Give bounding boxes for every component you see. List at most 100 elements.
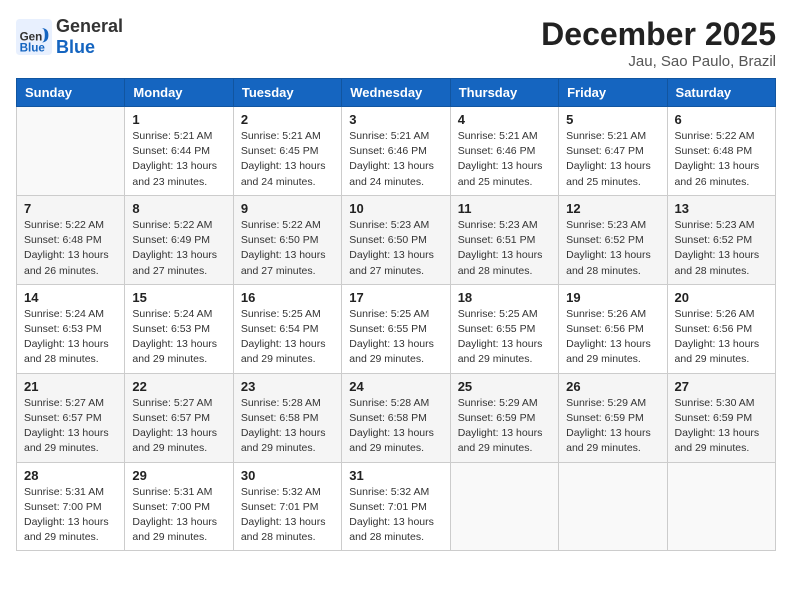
calendar-cell: 5 Sunrise: 5:21 AMSunset: 6:47 PMDaylight…: [559, 107, 667, 196]
calendar-cell: 13 Sunrise: 5:23 AMSunset: 6:52 PMDayligh…: [667, 195, 775, 284]
calendar-cell: [17, 107, 125, 196]
cell-info: Sunrise: 5:25 AMSunset: 6:54 PMDaylight:…: [241, 307, 334, 368]
day-number: 27: [675, 379, 768, 394]
cell-info: Sunrise: 5:24 AMSunset: 6:53 PMDaylight:…: [132, 307, 225, 368]
calendar-cell: 16 Sunrise: 5:25 AMSunset: 6:54 PMDayligh…: [233, 284, 341, 373]
calendar-cell: 14Sunrise: 5:24 AMSunset: 6:53 PMDayligh…: [17, 284, 125, 373]
calendar-cell: 23 Sunrise: 5:28 AMSunset: 6:58 PMDayligh…: [233, 373, 341, 462]
day-number: 6: [675, 112, 768, 127]
calendar-cell: 15 Sunrise: 5:24 AMSunset: 6:53 PMDayligh…: [125, 284, 233, 373]
calendar-cell: 24 Sunrise: 5:28 AMSunset: 6:58 PMDayligh…: [342, 373, 450, 462]
cell-info: Sunrise: 5:27 AMSunset: 6:57 PMDaylight:…: [24, 396, 117, 457]
weekday-header-saturday: Saturday: [667, 79, 775, 107]
calendar-cell: 21 Sunrise: 5:27 AMSunset: 6:57 PMDayligh…: [17, 373, 125, 462]
weekday-header-tuesday: Tuesday: [233, 79, 341, 107]
cell-info: Sunrise: 5:22 AMSunset: 6:49 PMDaylight:…: [132, 218, 225, 279]
day-number: 10: [349, 201, 442, 216]
cell-info: Sunrise: 5:23 AMSunset: 6:51 PMDaylight:…: [458, 218, 551, 279]
day-number: 24: [349, 379, 442, 394]
weekday-header-row: SundayMondayTuesdayWednesdayThursdayFrid…: [17, 79, 776, 107]
page-header: Gen Blue General Blue December 2025 Jau,…: [16, 16, 776, 70]
day-number: 15: [132, 290, 225, 305]
location: Jau, Sao Paulo, Brazil: [541, 53, 776, 70]
calendar-cell: [667, 462, 775, 551]
calendar-cell: 22 Sunrise: 5:27 AMSunset: 6:57 PMDayligh…: [125, 373, 233, 462]
cell-info: Sunrise: 5:23 AMSunset: 6:50 PMDaylight:…: [349, 218, 442, 279]
day-number: 9: [241, 201, 334, 216]
calendar-week-row: 1Sunrise: 5:21 AMSunset: 6:44 PMDaylight…: [17, 107, 776, 196]
day-number: 13: [675, 201, 768, 216]
day-number: 25: [458, 379, 551, 394]
logo-icon: Gen Blue: [16, 19, 52, 55]
day-number: 5: [566, 112, 659, 127]
calendar-week-row: 7 Sunrise: 5:22 AMSunset: 6:48 PMDaylight…: [17, 195, 776, 284]
month-title: December 2025: [541, 16, 776, 53]
calendar-cell: 31 Sunrise: 5:32 AMSunset: 7:01 PMDayligh…: [342, 462, 450, 551]
svg-text:Blue: Blue: [20, 41, 46, 54]
cell-info: Sunrise: 5:31 AMSunset: 7:00 PMDaylight:…: [132, 485, 225, 546]
cell-info: Sunrise: 5:22 AMSunset: 6:48 PMDaylight:…: [675, 129, 768, 190]
calendar-cell: 3 Sunrise: 5:21 AMSunset: 6:46 PMDaylight…: [342, 107, 450, 196]
cell-info: Sunrise: 5:28 AMSunset: 6:58 PMDaylight:…: [241, 396, 334, 457]
cell-info: Sunrise: 5:23 AMSunset: 6:52 PMDaylight:…: [675, 218, 768, 279]
weekday-header-thursday: Thursday: [450, 79, 558, 107]
cell-info: Sunrise: 5:28 AMSunset: 6:58 PMDaylight:…: [349, 396, 442, 457]
cell-info: Sunrise: 5:26 AMSunset: 6:56 PMDaylight:…: [675, 307, 768, 368]
cell-info: Sunrise: 5:21 AMSunset: 6:46 PMDaylight:…: [349, 129, 442, 190]
calendar-cell: 20Sunrise: 5:26 AMSunset: 6:56 PMDayligh…: [667, 284, 775, 373]
calendar-table: SundayMondayTuesdayWednesdayThursdayFrid…: [16, 78, 776, 551]
logo-blue-text: Blue: [56, 37, 95, 57]
calendar-week-row: 28 Sunrise: 5:31 AMSunset: 7:00 PMDayligh…: [17, 462, 776, 551]
calendar-cell: 27Sunrise: 5:30 AMSunset: 6:59 PMDayligh…: [667, 373, 775, 462]
calendar-cell: 28Sunrise: 5:31 AMSunset: 7:00 PMDayligh…: [17, 462, 125, 551]
cell-info: Sunrise: 5:32 AMSunset: 7:01 PMDaylight:…: [241, 485, 334, 546]
day-number: 14: [24, 290, 117, 305]
cell-info: Sunrise: 5:22 AMSunset: 6:50 PMDaylight:…: [241, 218, 334, 279]
calendar-cell: 6 Sunrise: 5:22 AMSunset: 6:48 PMDaylight…: [667, 107, 775, 196]
calendar-cell: 30Sunrise: 5:32 AMSunset: 7:01 PMDayligh…: [233, 462, 341, 551]
calendar-cell: 26 Sunrise: 5:29 AMSunset: 6:59 PMDayligh…: [559, 373, 667, 462]
day-number: 16: [241, 290, 334, 305]
calendar-cell: 1Sunrise: 5:21 AMSunset: 6:44 PMDaylight…: [125, 107, 233, 196]
day-number: 12: [566, 201, 659, 216]
cell-info: Sunrise: 5:21 AMSunset: 6:46 PMDaylight:…: [458, 129, 551, 190]
day-number: 18: [458, 290, 551, 305]
calendar-cell: 17Sunrise: 5:25 AMSunset: 6:55 PMDayligh…: [342, 284, 450, 373]
day-number: 26: [566, 379, 659, 394]
cell-info: Sunrise: 5:29 AMSunset: 6:59 PMDaylight:…: [458, 396, 551, 457]
title-block: December 2025 Jau, Sao Paulo, Brazil: [541, 16, 776, 70]
day-number: 1: [132, 112, 225, 127]
day-number: 11: [458, 201, 551, 216]
weekday-header-wednesday: Wednesday: [342, 79, 450, 107]
calendar-cell: [450, 462, 558, 551]
day-number: 31: [349, 468, 442, 483]
day-number: 2: [241, 112, 334, 127]
weekday-header-friday: Friday: [559, 79, 667, 107]
day-number: 19: [566, 290, 659, 305]
cell-info: Sunrise: 5:32 AMSunset: 7:01 PMDaylight:…: [349, 485, 442, 546]
cell-info: Sunrise: 5:27 AMSunset: 6:57 PMDaylight:…: [132, 396, 225, 457]
cell-info: Sunrise: 5:21 AMSunset: 6:45 PMDaylight:…: [241, 129, 334, 190]
calendar-cell: 19 Sunrise: 5:26 AMSunset: 6:56 PMDayligh…: [559, 284, 667, 373]
day-number: 29: [132, 468, 225, 483]
day-number: 21: [24, 379, 117, 394]
cell-info: Sunrise: 5:26 AMSunset: 6:56 PMDaylight:…: [566, 307, 659, 368]
day-number: 7: [24, 201, 117, 216]
day-number: 3: [349, 112, 442, 127]
day-number: 8: [132, 201, 225, 216]
cell-info: Sunrise: 5:29 AMSunset: 6:59 PMDaylight:…: [566, 396, 659, 457]
cell-info: Sunrise: 5:25 AMSunset: 6:55 PMDaylight:…: [458, 307, 551, 368]
day-number: 23: [241, 379, 334, 394]
calendar-cell: 25 Sunrise: 5:29 AMSunset: 6:59 PMDayligh…: [450, 373, 558, 462]
calendar-cell: 2 Sunrise: 5:21 AMSunset: 6:45 PMDaylight…: [233, 107, 341, 196]
calendar-week-row: 14 Sunrise: 5:24 AMSunset: 6:53 PMDayligh…: [17, 284, 776, 373]
calendar-week-row: 21 Sunrise: 5:27 AMSunset: 6:57 PMDayligh…: [17, 373, 776, 462]
calendar-cell: [559, 462, 667, 551]
day-number: 28: [24, 468, 117, 483]
logo: Gen Blue General Blue: [16, 16, 123, 58]
calendar-cell: 12Sunrise: 5:23 AMSunset: 6:52 PMDayligh…: [559, 195, 667, 284]
cell-info: Sunrise: 5:21 AMSunset: 6:47 PMDaylight:…: [566, 129, 659, 190]
day-number: 4: [458, 112, 551, 127]
cell-info: Sunrise: 5:22 AMSunset: 6:48 PMDaylight:…: [24, 218, 117, 279]
day-number: 22: [132, 379, 225, 394]
